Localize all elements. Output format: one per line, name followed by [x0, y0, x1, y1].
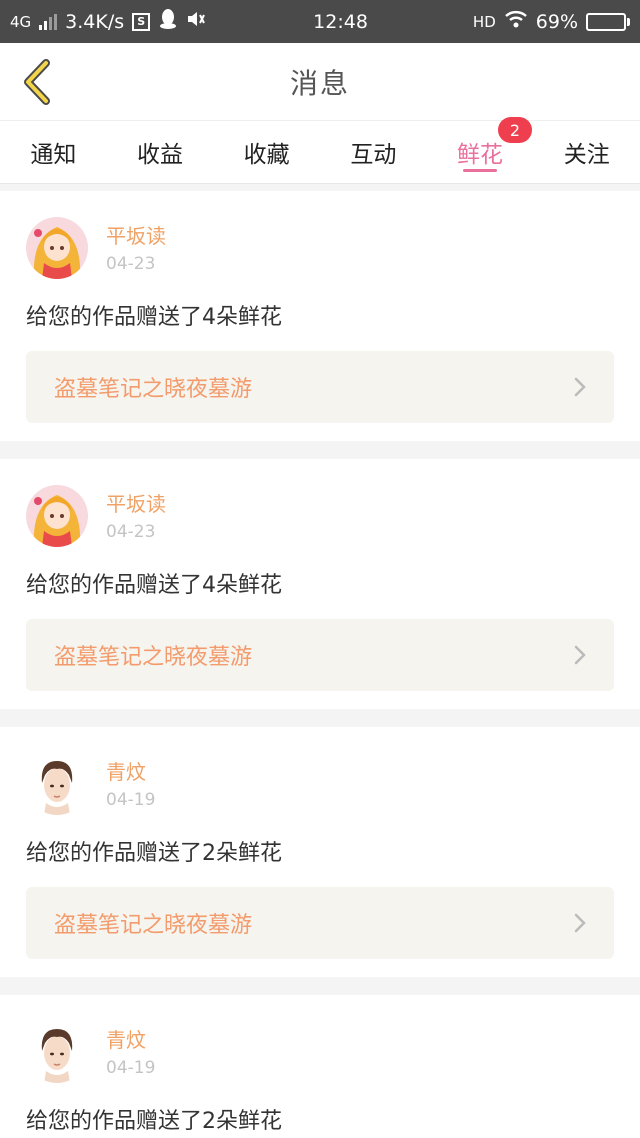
anime-boy-avatar-icon [26, 1021, 88, 1083]
avatar[interactable] [26, 485, 88, 547]
message-text: 给您的作品赠送了4朵鲜花 [26, 305, 282, 330]
book-title: 盗墓笔记之晓夜墓游 [54, 645, 253, 670]
avatar[interactable] [26, 217, 88, 279]
message-card: 青炆 04-19 给您的作品赠送了2朵鲜花 [0, 995, 640, 1138]
tab-favorites[interactable]: 收藏 [213, 121, 320, 183]
book-link[interactable]: 盗墓笔记之晓夜墓游 [26, 351, 614, 423]
chevron-right-icon [574, 645, 586, 665]
back-button[interactable] [16, 57, 56, 107]
tab-bar: 通知 收益 收藏 互动 鲜花 2 关注 [0, 117, 640, 184]
avatar[interactable] [26, 1021, 88, 1083]
divider [0, 184, 640, 191]
page-title: 消息 [289, 66, 350, 100]
tab-label: 通知 [30, 142, 77, 168]
username[interactable]: 青炆 [106, 1027, 155, 1053]
username[interactable]: 平坂读 [106, 491, 166, 517]
vibrate-icon [186, 9, 208, 34]
tab-label: 关注 [563, 142, 610, 168]
message-text: 给您的作品赠送了2朵鲜花 [26, 1109, 282, 1134]
message-text: 给您的作品赠送了4朵鲜花 [26, 573, 282, 598]
message-list: 平坂读 04-23 给您的作品赠送了4朵鲜花 盗墓笔记之晓夜墓游 平坂读 04-… [0, 191, 640, 1138]
avatar[interactable] [26, 753, 88, 815]
s-app-icon: S [132, 12, 151, 31]
tab-follows[interactable]: 关注 [533, 121, 640, 183]
network-type: 4G [10, 12, 32, 31]
status-bar: 4G 3.4K/s S 12:48 HD 69% [0, 0, 640, 43]
tab-label: 鲜花 [457, 142, 504, 168]
tab-notifications[interactable]: 通知 [0, 121, 107, 183]
qq-icon [158, 8, 178, 35]
chevron-right-icon [574, 377, 586, 397]
tab-interactions[interactable]: 互动 [320, 121, 427, 183]
hd-indicator: HD [472, 12, 496, 31]
message-date: 04-19 [106, 1058, 156, 1078]
chevron-left-icon [24, 59, 50, 105]
message-date: 04-19 [106, 790, 156, 810]
anime-boy-avatar-icon [26, 753, 88, 815]
unread-badge: 2 [498, 117, 533, 143]
tab-label: 收藏 [243, 142, 290, 168]
anime-girl-avatar-icon [26, 485, 88, 547]
tab-flowers[interactable]: 鲜花 2 [427, 117, 534, 183]
tab-label: 收益 [137, 142, 183, 168]
battery-percent: 69% [535, 10, 578, 33]
tab-earnings[interactable]: 收益 [107, 121, 214, 183]
clock: 12:48 [313, 10, 368, 33]
active-tab-indicator [463, 169, 498, 172]
message-card: 平坂读 04-23 给您的作品赠送了4朵鲜花 盗墓笔记之晓夜墓游 [0, 459, 640, 709]
message-card: 青炆 04-19 给您的作品赠送了2朵鲜花 盗墓笔记之晓夜墓游 [0, 727, 640, 977]
username[interactable]: 平坂读 [106, 223, 166, 249]
message-date: 04-23 [106, 522, 156, 542]
message-date: 04-23 [106, 254, 156, 274]
signal-icon [39, 13, 58, 30]
book-link[interactable]: 盗墓笔记之晓夜墓游 [26, 887, 614, 959]
anime-girl-avatar-icon [26, 217, 88, 279]
book-title: 盗墓笔记之晓夜墓游 [54, 913, 253, 938]
wifi-icon [504, 10, 528, 33]
tab-label: 互动 [350, 142, 397, 168]
battery-icon [586, 12, 630, 31]
book-link[interactable]: 盗墓笔记之晓夜墓游 [26, 619, 614, 691]
nav-header: 消息 [0, 43, 640, 120]
message-text: 给您的作品赠送了2朵鲜花 [26, 841, 282, 866]
network-speed: 3.4K/s [65, 10, 125, 33]
book-title: 盗墓笔记之晓夜墓游 [54, 377, 253, 402]
chevron-right-icon [574, 913, 586, 933]
message-card: 平坂读 04-23 给您的作品赠送了4朵鲜花 盗墓笔记之晓夜墓游 [0, 191, 640, 441]
username[interactable]: 青炆 [106, 759, 155, 785]
